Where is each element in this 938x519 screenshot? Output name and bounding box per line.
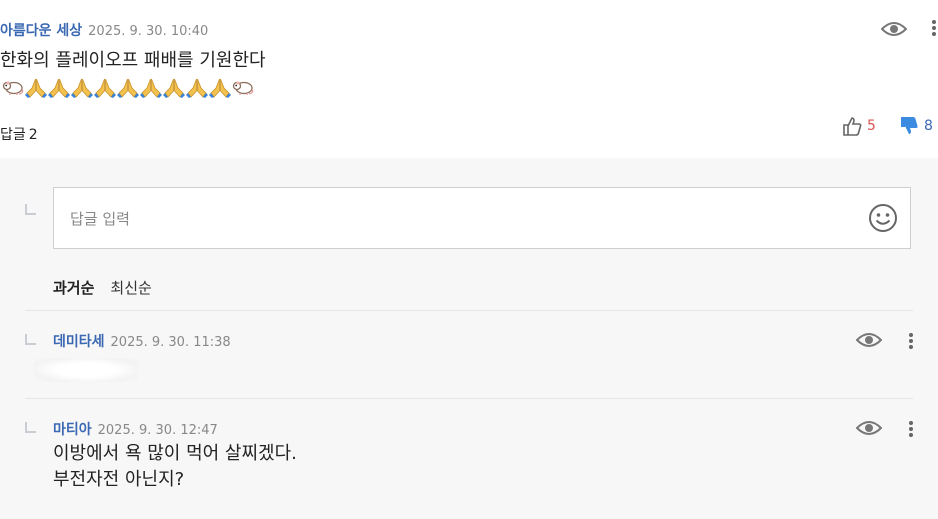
like-count: 5 [867, 118, 876, 134]
reply-label: 답글 [0, 127, 26, 143]
reply-header: 데미타세 2025. 9. 30. 11:38 [53, 331, 231, 351]
reply-input[interactable] [68, 188, 852, 250]
sort-options: 과거순 최신순 [53, 277, 152, 298]
praying-hands-emoji-icon [163, 76, 185, 98]
comment-text: 한화의 플레이오프 패배를 기원한다 [0, 50, 266, 71]
reply-author[interactable]: 데미타세 [53, 334, 105, 350]
more-options-icon[interactable] [932, 20, 936, 38]
reply-text: 이방에서 욕 많이 먹어 살찌겠다. 부전자전 아닌지? [53, 441, 297, 493]
reply-timestamp: 2025. 9. 30. 12:47 [97, 423, 218, 438]
divider [25, 310, 913, 311]
dislike-button[interactable]: 8 [899, 116, 933, 136]
emoji-row [2, 76, 254, 98]
eye-icon[interactable] [856, 419, 882, 437]
praying-hands-emoji-icon [186, 76, 208, 98]
reply-indent-marker [25, 334, 36, 345]
reply-author[interactable]: 마티아 [53, 422, 92, 438]
rat-emoji-icon [232, 76, 254, 98]
praying-hands-emoji-icon [48, 76, 70, 98]
sort-newest[interactable]: 최신순 [110, 277, 151, 298]
rat-emoji-icon [2, 76, 24, 98]
praying-hands-emoji-icon [25, 76, 47, 98]
comment-timestamp: 2025. 9. 30. 10:40 [88, 24, 209, 39]
more-options-icon[interactable] [909, 333, 913, 351]
praying-hands-emoji-icon [140, 76, 162, 98]
praying-hands-emoji-icon [117, 76, 139, 98]
like-button[interactable]: 5 [842, 116, 876, 136]
thumbs-down-icon [901, 117, 918, 134]
more-options-icon[interactable] [909, 421, 913, 439]
praying-hands-emoji-icon [209, 76, 231, 98]
comment: 아름다운 세상 2025. 9. 30. 10:40 한화의 플레이오프 패배를 … [0, 0, 938, 158]
reply-indent-marker [25, 422, 36, 433]
praying-hands-emoji-icon [71, 76, 93, 98]
eye-icon[interactable] [881, 20, 907, 38]
reply-count-toggle[interactable]: 답글 2 [0, 124, 38, 144]
reply-timestamp: 2025. 9. 30. 11:38 [110, 335, 231, 350]
reply-header: 마티아 2025. 9. 30. 12:47 [53, 419, 218, 439]
dislike-count: 8 [924, 118, 933, 134]
thumbs-up-icon [843, 117, 862, 136]
reply-indent-marker [25, 204, 36, 215]
eye-icon[interactable] [856, 331, 882, 349]
sort-oldest[interactable]: 과거순 [53, 277, 94, 298]
praying-hands-emoji-icon [94, 76, 116, 98]
reply-input-box [53, 187, 911, 250]
reply-text-line: 부전자전 아닌지? [53, 469, 185, 490]
reply-text-line: 이방에서 욕 많이 먹어 살찌겠다. [53, 443, 297, 464]
smiley-icon[interactable] [868, 203, 898, 237]
reply-count: 2 [28, 127, 38, 143]
hidden-reply-text [34, 358, 138, 382]
comment-author[interactable]: 아름다운 세상 [0, 23, 82, 39]
reply-section: 과거순 최신순 데미타세 2025. 9. 30. 11:38 마티아 2025. … [0, 158, 938, 519]
comment-header: 아름다운 세상 2025. 9. 30. 10:40 [0, 20, 208, 40]
divider [25, 398, 913, 399]
